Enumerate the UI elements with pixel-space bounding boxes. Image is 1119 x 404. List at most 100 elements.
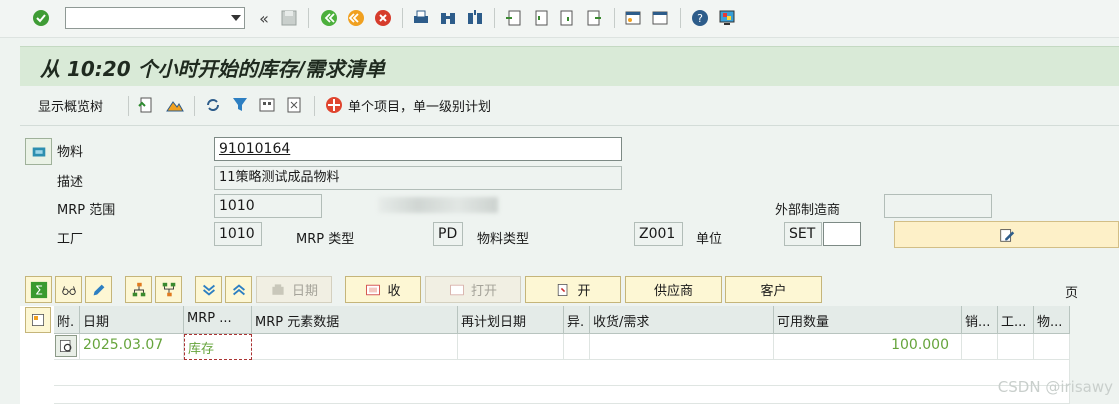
- svg-text:?: ?: [697, 12, 703, 25]
- exit-icon[interactable]: [345, 7, 367, 29]
- glasses-icon: [61, 285, 76, 295]
- shortcut-icon[interactable]: [649, 7, 671, 29]
- col-header-mrp-element[interactable]: MRP ...: [184, 306, 252, 334]
- mrp-area-field: 1010: [214, 194, 322, 218]
- application-toolbar: 显示概览树 单个项目，单一级别计划: [20, 86, 1119, 126]
- print-icon[interactable]: [410, 7, 432, 29]
- supplier-button[interactable]: 供应商: [625, 276, 722, 303]
- col-header-material[interactable]: 物...: [1034, 306, 1070, 334]
- blurred-text: [378, 197, 498, 213]
- edit-button[interactable]: [894, 221, 1119, 248]
- table-row-empty: [54, 360, 1070, 386]
- single-item-planning-button[interactable]: 单个项目，单一级别计划: [348, 96, 491, 115]
- supplier-button-label: 供应商: [653, 284, 693, 299]
- cancel-icon[interactable]: [372, 7, 394, 29]
- unit-field: SET: [784, 222, 822, 246]
- col-header-mrp-element-data[interactable]: MRP 元素数据: [252, 306, 458, 334]
- enter-icon[interactable]: [30, 7, 52, 29]
- table-row-detail[interactable]: [54, 334, 80, 360]
- pegging-up-button[interactable]: [125, 276, 152, 303]
- glasses-button[interactable]: [55, 276, 82, 303]
- new-session-icon[interactable]: [622, 7, 644, 29]
- sum-button[interactable]: Σ: [25, 276, 52, 303]
- details-icon[interactable]: [55, 335, 77, 357]
- material-type-field: Z001: [634, 222, 683, 246]
- chevron-down-icon[interactable]: [231, 15, 241, 21]
- pencil-button[interactable]: [85, 276, 112, 303]
- collapse-icon[interactable]: «: [253, 7, 275, 29]
- col-header-plant[interactable]: 工...: [998, 306, 1034, 334]
- table-cell-date[interactable]: 2025.03.07: [80, 334, 184, 360]
- material-field[interactable]: 91010164: [214, 137, 622, 161]
- mrp-type-field: PD: [433, 222, 463, 246]
- open-button[interactable]: 开: [525, 276, 621, 303]
- system-toolbar: « ?: [0, 0, 1119, 38]
- unit-label: 单位: [696, 232, 723, 247]
- col-header-sales[interactable]: 销...: [962, 306, 998, 334]
- back-icon[interactable]: [318, 7, 340, 29]
- mountain-icon[interactable]: [164, 94, 186, 116]
- collapse-button[interactable]: [225, 276, 252, 303]
- settings-icon[interactable]: [256, 94, 278, 116]
- open-doc-icon: [450, 284, 464, 295]
- description-label: 描述: [57, 175, 84, 190]
- plant-field: 1010: [214, 222, 262, 246]
- find-icon[interactable]: [437, 7, 459, 29]
- table-cell-reschedule-date[interactable]: [458, 334, 564, 360]
- find-next-icon[interactable]: [464, 7, 486, 29]
- previous-page-icon[interactable]: [529, 7, 551, 29]
- customer-button[interactable]: 客户: [725, 276, 822, 303]
- cycle-icon[interactable]: [202, 94, 224, 116]
- table-cell-sales[interactable]: [962, 334, 998, 360]
- table-cell-material[interactable]: [1034, 334, 1070, 360]
- col-header-available-qty[interactable]: 可用数量: [774, 306, 962, 334]
- description-field: 11策略测试成品物料: [214, 166, 622, 190]
- material-label: 物料: [57, 145, 84, 160]
- layout-icon: [32, 314, 44, 326]
- col-header-reschedule-date[interactable]: 再计划日期: [458, 306, 564, 334]
- refresh-icon[interactable]: [135, 94, 157, 116]
- pencil-icon: [93, 284, 104, 295]
- material-header-toggle[interactable]: [25, 138, 52, 165]
- hierarchy-down-icon: [162, 282, 175, 296]
- col-header-receipt-requirement[interactable]: 收货/需求: [590, 306, 774, 334]
- col-header-date[interactable]: 日期: [80, 306, 184, 334]
- last-page-icon[interactable]: [583, 7, 605, 29]
- table-cell-mrp-element[interactable]: 库存: [184, 334, 252, 360]
- document-icon[interactable]: [283, 94, 305, 116]
- column-settings-button[interactable]: [25, 307, 51, 333]
- col-header-exception[interactable]: 异.: [564, 306, 590, 334]
- open-icon: [558, 283, 568, 296]
- customize-layout-icon[interactable]: [716, 7, 738, 29]
- filter-icon[interactable]: [229, 94, 251, 116]
- save-icon[interactable]: [278, 7, 300, 29]
- show-overview-tree-button[interactable]: 显示概览树: [38, 96, 103, 115]
- next-page-icon[interactable]: [556, 7, 578, 29]
- page-label: 页: [1065, 286, 1079, 301]
- unit-extra-field[interactable]: [823, 222, 861, 246]
- receipts-button-label: 收: [387, 284, 401, 299]
- calendar-icon: [272, 283, 284, 295]
- watermark: CSDN @irisawy: [997, 378, 1113, 396]
- expand-button[interactable]: [195, 276, 222, 303]
- open-disabled-button: 打开: [425, 276, 521, 303]
- table-cell-exception[interactable]: [564, 334, 590, 360]
- command-field[interactable]: [65, 7, 245, 29]
- table-cell-plant[interactable]: [998, 334, 1034, 360]
- table-row-empty: [54, 386, 1070, 404]
- svg-text:Σ: Σ: [35, 282, 43, 297]
- col-header-attachment[interactable]: 附.: [54, 306, 80, 334]
- first-page-icon[interactable]: [502, 7, 524, 29]
- hierarchy-up-icon: [132, 282, 145, 296]
- table-cell-receipt-requirement[interactable]: [590, 334, 774, 360]
- receipts-button[interactable]: 收: [345, 276, 421, 303]
- customer-button-label: 客户: [760, 284, 787, 299]
- help-icon[interactable]: ?: [689, 7, 711, 29]
- table-cell-mrp-element-data[interactable]: [252, 334, 458, 360]
- receipt-icon: [366, 284, 381, 295]
- date-button[interactable]: 日期: [256, 276, 332, 303]
- mrp-area-label: MRP 范围: [57, 203, 116, 218]
- pegging-down-button[interactable]: [155, 276, 182, 303]
- table-cell-available-qty[interactable]: 100.000: [774, 334, 962, 360]
- single-item-planning-icon[interactable]: [323, 94, 345, 116]
